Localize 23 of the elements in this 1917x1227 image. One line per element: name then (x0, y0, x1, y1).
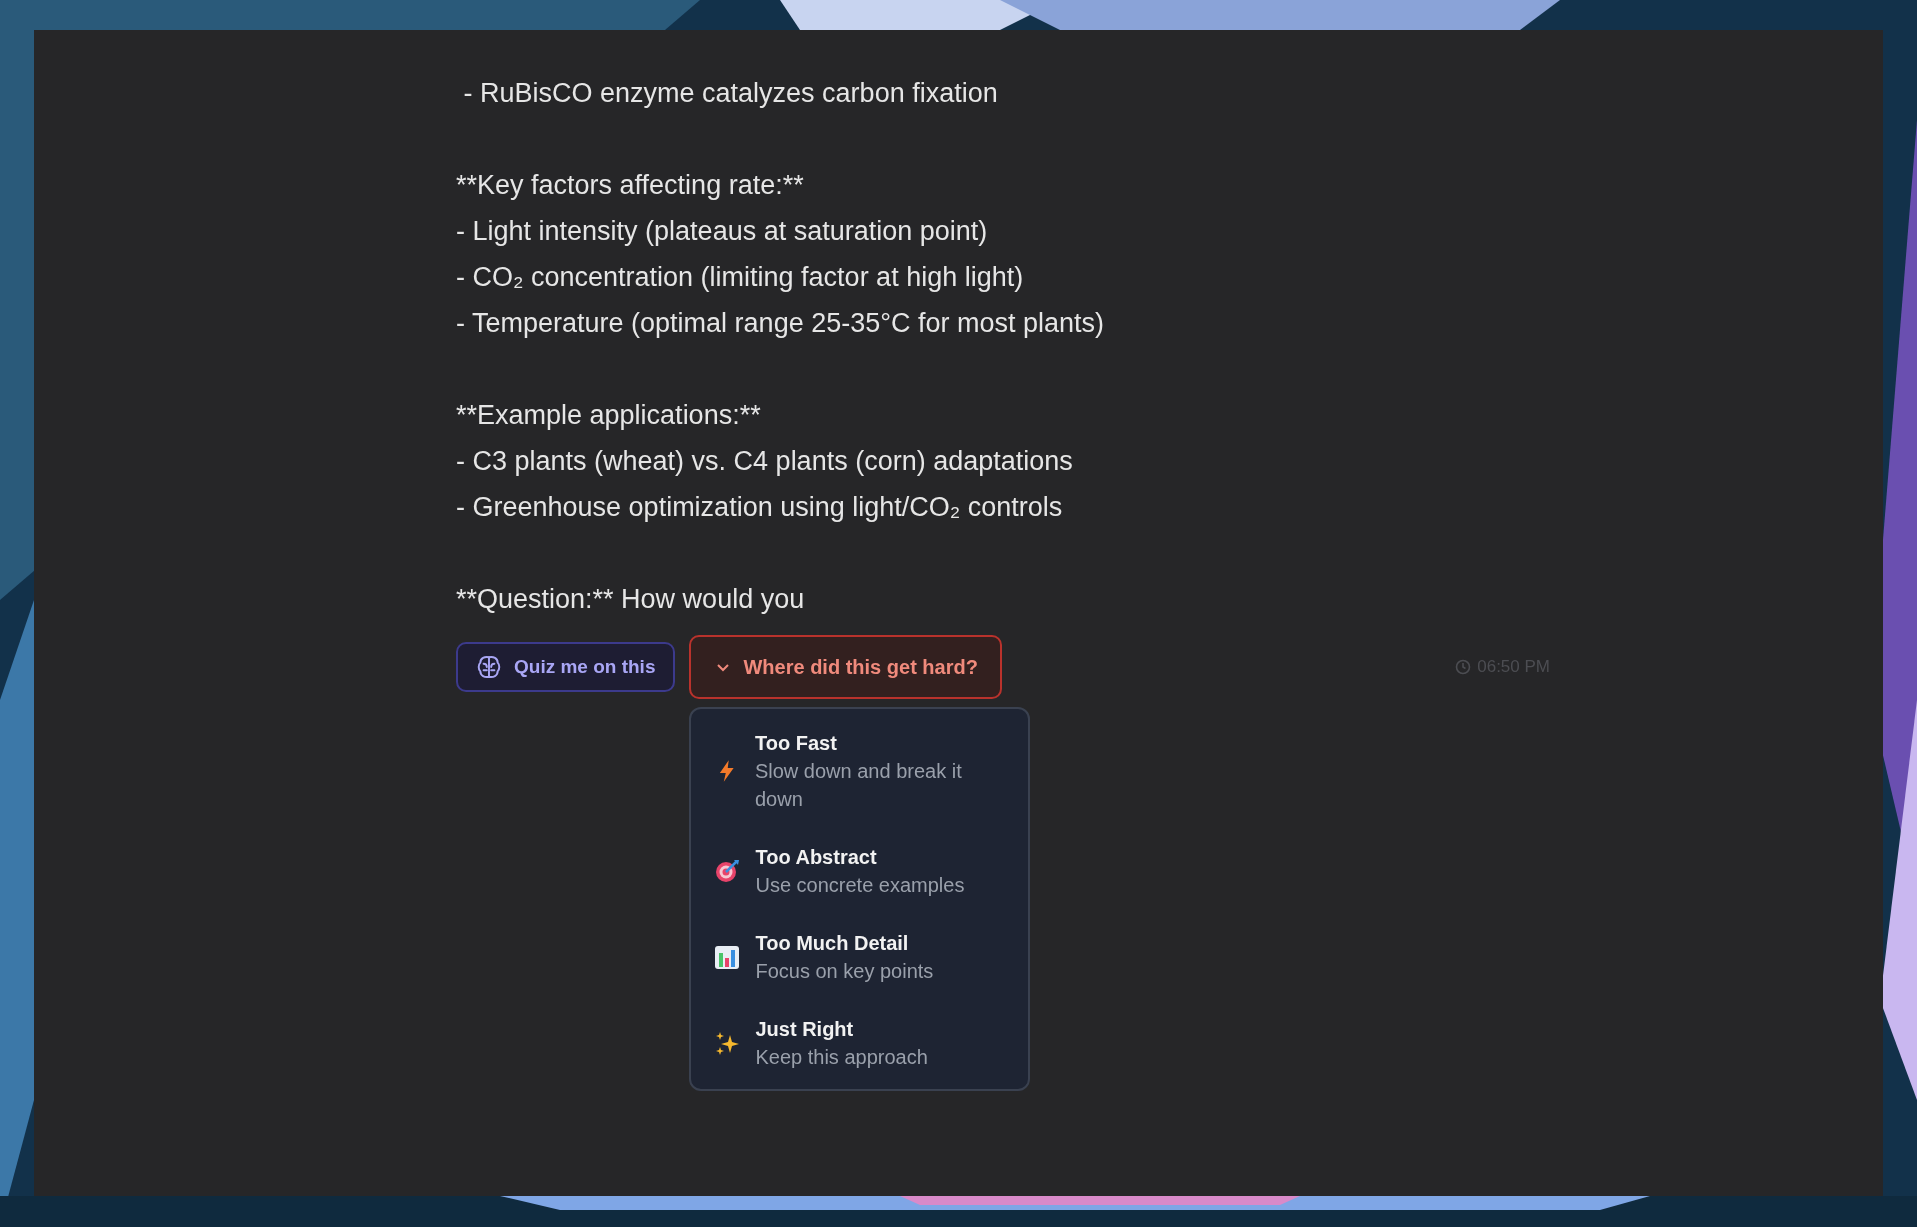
message-text: - Temperature (optimal range 25-35°C for most plants) (456, 307, 1106, 340)
message-text: - RuBisCO enzyme catalyzes carbon fixation (462, 77, 999, 110)
menu-item-description: Slow down and break it down (754, 759, 963, 812)
menu-item-description: Focus on key points (755, 959, 934, 984)
menu-item-title[interactable]: Too Fast (754, 729, 1011, 757)
message-text: **Key factors affecting rate:** (456, 169, 805, 202)
message-text: - Light intensity (plateaus at saturation point) (456, 215, 989, 248)
menu-item-title[interactable]: Too Abstract (755, 843, 965, 871)
menu-item-description: Keep this approach (755, 1045, 928, 1070)
menu-item-description: Use concrete examples (755, 873, 965, 898)
quiz-button[interactable]: Quiz me on this (456, 642, 676, 692)
bar-chart-icon (713, 943, 742, 971)
message-text: **Question:** How would you (456, 583, 806, 616)
menu-item-title[interactable]: Too Much Detail (755, 929, 934, 957)
target-icon (713, 857, 742, 885)
message-text: - CO₂ concentration (limiting factor at high light) (456, 261, 1025, 294)
menu-item-title[interactable]: Just Right (755, 1015, 928, 1043)
clock-icon (1455, 659, 1472, 675)
message-text: - C3 plants (wheat) vs. C4 plants (corn) adaptations (456, 445, 1074, 478)
message-text: **Example applications:** (456, 399, 762, 432)
message-text: - Greenhouse optimization using light/CO₂ controls (456, 491, 1064, 524)
difficulty-dropdown-button[interactable]: Where did this get hard? (689, 635, 1002, 699)
brain-icon (476, 654, 502, 680)
